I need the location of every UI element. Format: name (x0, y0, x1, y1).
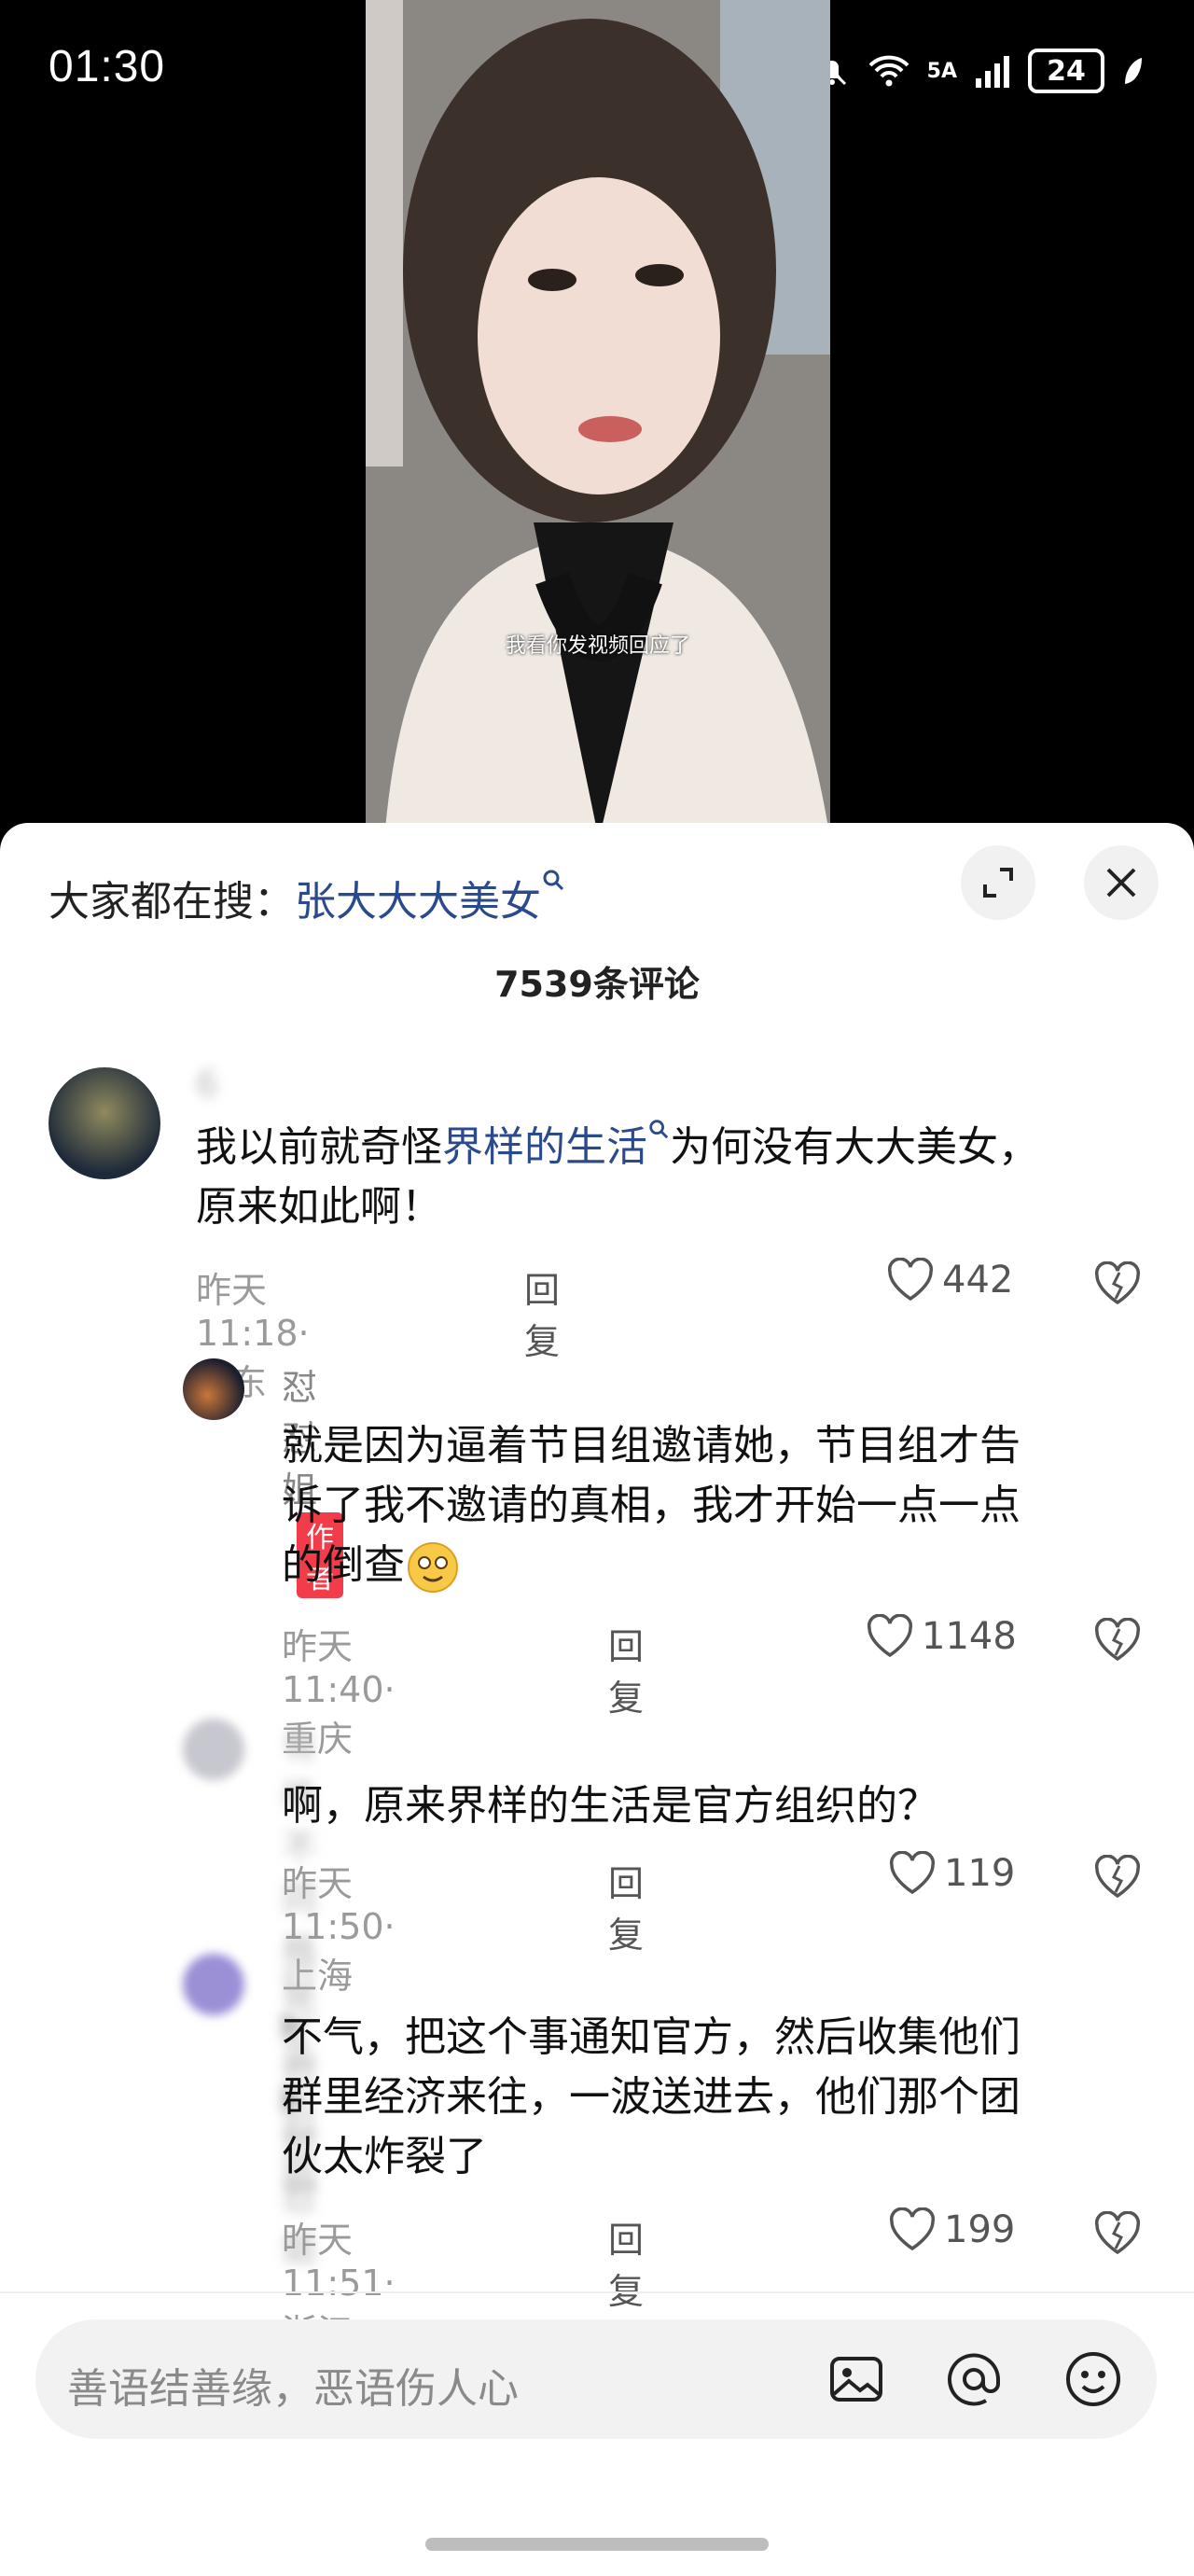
comment-text: 就是因为逼着节目组邀请她，节目组才告 诉了我不邀请的真相，我才开始一点一点 的倒查 (282, 1416, 1168, 1595)
like-button[interactable]: 442 (886, 1258, 1013, 1302)
expand-button[interactable] (961, 845, 1035, 920)
heart-icon (887, 1258, 934, 1302)
dislike-icon[interactable] (1093, 2211, 1142, 2256)
close-icon (1106, 868, 1136, 898)
like-button[interactable]: 119 (888, 1851, 1015, 1896)
video-player[interactable]: 我看你发视频回应了 (366, 0, 830, 840)
avatar[interactable] (183, 1719, 244, 1780)
trending-search-prefix: 大家都在搜： (49, 878, 295, 926)
smile-emoji-icon (408, 1542, 458, 1593)
dislike-icon[interactable] (1093, 1618, 1142, 1663)
like-count: 119 (944, 1852, 1016, 1895)
smiley-face-icon (1066, 2352, 1120, 2406)
status-time: 01:30 (49, 42, 166, 91)
like-count: 442 (942, 1259, 1014, 1302)
comment-count: 7539条评论 (494, 964, 700, 1005)
image-icon (830, 2357, 882, 2402)
search-icon (649, 1120, 669, 1139)
video-subtitle: 我看你发视频回应了 (505, 634, 690, 658)
video-frame (366, 0, 830, 840)
avatar[interactable] (49, 1067, 160, 1179)
like-count: 1148 (922, 1615, 1017, 1658)
close-button[interactable] (1084, 845, 1159, 920)
search-icon (543, 870, 564, 891)
network-type: 5A (926, 59, 957, 83)
comment-sheet: 大家都在搜：张大大大美女 7539条评论 6 我以前就奇怪界样的生活 为何没有大大… (0, 823, 1194, 2576)
avatar[interactable] (183, 1358, 244, 1420)
reply-button[interactable]: 回复 (608, 2211, 644, 2314)
like-button[interactable]: 1148 (866, 1614, 1017, 1659)
image-button[interactable] (821, 2344, 892, 2415)
dislike-icon[interactable] (1093, 1261, 1142, 1306)
heart-icon (889, 2207, 936, 2251)
trending-search-keyword[interactable]: 张大大大美女 (295, 878, 541, 926)
comment-text: 我以前就奇怪界样的生活 为何没有大大美女， 原来如此啊！ (196, 1118, 1129, 1237)
like-count: 199 (944, 2208, 1016, 2251)
battery-indicator: 24 (1028, 49, 1104, 93)
comment-text: 啊，原来界样的生活是官方组织的？ (282, 1782, 938, 1830)
comment-text: 不气，把这个事通知官方，然后收集他们 群里经济来往，一波送进去，他们那个团 伙太炸裂… (282, 2013, 1020, 2180)
reply-button[interactable]: 回复 (608, 1855, 644, 1957)
heart-icon (867, 1614, 913, 1658)
input-divider (0, 2291, 1194, 2293)
reply-button[interactable]: 回复 (608, 1618, 644, 1720)
expand-icon (983, 868, 1013, 898)
emoji-button[interactable] (1058, 2344, 1129, 2415)
comment-username[interactable]: 6 (196, 1064, 218, 1105)
comment-keyword-link[interactable]: 界样的生活 (442, 1123, 647, 1171)
like-button[interactable]: 199 (888, 2207, 1015, 2252)
comment-input-placeholder[interactable]: 善语结善缘，恶语伤人心 (67, 2355, 519, 2415)
comment-input-bar[interactable]: 善语结善缘，恶语伤人心 (35, 2319, 1157, 2439)
wifi-icon (868, 55, 909, 87)
leaf-icon (1125, 58, 1142, 84)
reply-button[interactable]: 回复 (524, 1261, 560, 1364)
trending-search[interactable]: 大家都在搜：张大大大美女 (49, 868, 565, 927)
dislike-icon[interactable] (1093, 1855, 1142, 1900)
signal-icon (976, 56, 1009, 88)
at-sign-icon (948, 2353, 1000, 2406)
heart-icon (889, 1851, 936, 1895)
home-indicator[interactable] (425, 2538, 769, 2551)
mention-button[interactable] (938, 2344, 1009, 2415)
avatar[interactable] (183, 1954, 244, 2015)
